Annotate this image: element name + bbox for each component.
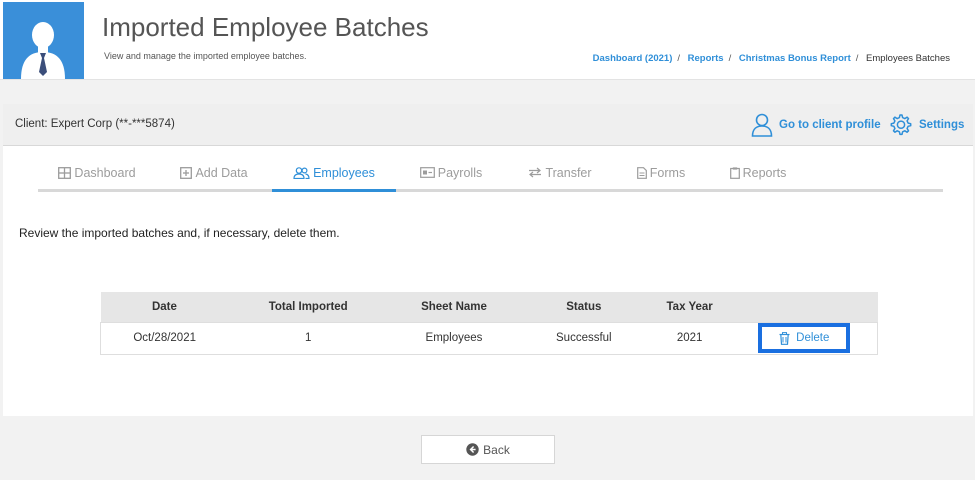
go-to-client-profile-link[interactable]: Go to client profile: [751, 112, 881, 138]
payroll-icon: [419, 167, 435, 178]
column-header-date: Date: [100, 292, 229, 322]
breadcrumb-reports[interactable]: Reports: [688, 53, 724, 64]
page-header: Imported Employee Batches View and manag…: [0, 0, 975, 80]
grid-icon: [58, 166, 72, 179]
table-row: Oct/28/2021 1 Employees Successful 2021 …: [100, 321, 878, 355]
tab-employees[interactable]: Employees: [272, 156, 396, 192]
gear-icon: [890, 114, 912, 136]
tab-bar: Dashboard Add Data Employees Payrolls Tr…: [38, 156, 943, 192]
cell-status: Successful: [519, 321, 648, 355]
breadcrumb-current: Employees Batches: [866, 53, 950, 64]
tab-forms-label: Forms: [649, 165, 686, 180]
breadcrumb-dashboard[interactable]: Dashboard (2021): [593, 53, 673, 64]
page-title: Imported Employee Batches: [102, 12, 429, 42]
settings-label: Settings: [919, 119, 965, 131]
users-icon: [293, 166, 310, 179]
table-header-row: Date Total Imported Sheet Name Status Ta…: [100, 292, 878, 322]
tab-payrolls[interactable]: Payrolls: [396, 156, 506, 189]
tab-reports-label: Reports: [742, 165, 787, 180]
cell-total-imported: 1: [228, 321, 389, 355]
tab-dashboard[interactable]: Dashboard: [38, 156, 156, 189]
tab-reports[interactable]: Reports: [708, 156, 808, 189]
settings-link[interactable]: Settings: [889, 112, 964, 138]
back-button-label: Back: [483, 442, 510, 457]
avatar: [3, 2, 84, 79]
user-avatar-icon: [21, 22, 65, 79]
back-button[interactable]: Back: [421, 435, 555, 464]
clipboard-icon: [729, 166, 740, 179]
client-bar: Client: Expert Corp (**-***5874) Go to c…: [3, 104, 973, 146]
tab-dashboard-label: Dashboard: [74, 165, 136, 180]
instructions-text: Review the imported batches and, if nece…: [19, 226, 340, 240]
tab-forms[interactable]: Forms: [614, 156, 708, 189]
tab-add-data-label: Add Data: [195, 165, 248, 180]
breadcrumb: Dashboard (2021) / Reports / Christmas Bon…: [592, 53, 950, 64]
client-label: Client: Expert Corp (**-***5874): [15, 118, 175, 130]
column-header-sheet-name: Sheet Name: [388, 292, 520, 322]
go-to-client-profile-label: Go to client profile: [779, 119, 881, 131]
batches-table: Date Total Imported Sheet Name Status Ta…: [100, 292, 878, 355]
user-icon: [751, 113, 773, 137]
page-subtitle: View and manage the imported employee ba…: [104, 51, 307, 61]
delete-button[interactable]: Delete: [758, 323, 851, 353]
transfer-icon: [529, 167, 542, 178]
main-content: Client: Expert Corp (**-***5874) Go to c…: [3, 104, 973, 416]
column-header-actions: [731, 292, 878, 322]
cell-tax-year: 2021: [647, 321, 732, 355]
cell-date: Oct/28/2021: [100, 321, 229, 355]
tab-transfer-label: Transfer: [545, 165, 592, 180]
document-icon: [636, 166, 647, 179]
tab-transfer[interactable]: Transfer: [506, 156, 614, 189]
delete-button-label: Delete: [796, 332, 830, 344]
cell-sheet-name: Employees: [388, 321, 520, 355]
cell-actions: Delete: [731, 321, 878, 355]
column-header-total-imported: Total Imported: [228, 292, 389, 322]
column-header-tax-year: Tax Year: [647, 292, 732, 322]
footer: Back: [0, 416, 975, 480]
tab-employees-label: Employees: [313, 165, 375, 180]
tab-add-data[interactable]: Add Data: [156, 156, 272, 189]
tab-payrolls-label: Payrolls: [437, 165, 483, 180]
arrow-left-circle-icon: [466, 443, 479, 456]
column-header-status: Status: [519, 292, 648, 322]
trash-icon: [779, 331, 790, 345]
breadcrumb-christmas-bonus-report[interactable]: Christmas Bonus Report: [739, 53, 851, 64]
plus-square-icon: [180, 166, 193, 179]
